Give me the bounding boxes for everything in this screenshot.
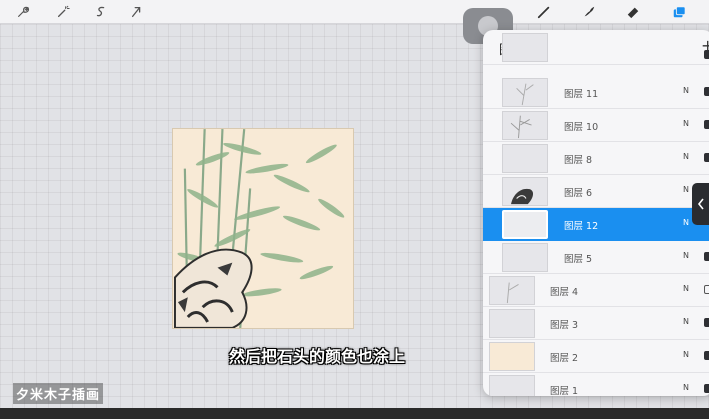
layer-row[interactable]: 图层 6 N xyxy=(483,175,709,208)
layer-thumbnail xyxy=(502,243,548,272)
procreate-workspace: 图层 + 图层 11 N 图层 10 N 图层 8 N xyxy=(0,0,709,408)
layer-row-selected[interactable]: 图层 12 N xyxy=(483,208,709,241)
visibility-checkbox[interactable] xyxy=(704,252,709,261)
side-collapse-tab[interactable] xyxy=(692,183,709,225)
transform-arrow-icon[interactable] xyxy=(128,3,146,21)
bottom-strip xyxy=(0,408,709,419)
blend-mode[interactable]: N xyxy=(683,185,689,194)
blend-mode[interactable]: N xyxy=(683,350,689,359)
layer-name: 图层 1 xyxy=(550,386,579,396)
smudge-icon[interactable] xyxy=(580,3,598,21)
layer-row[interactable]: 图层 11 N xyxy=(483,76,709,109)
layer-row[interactable]: 图层 4 N xyxy=(483,274,709,307)
layer-name: 图层 2 xyxy=(550,353,579,364)
layer-name: 图层 11 xyxy=(564,89,599,100)
layer-thumbnail xyxy=(502,33,548,62)
bamboo-rock-painting xyxy=(173,129,345,328)
layer-row[interactable]: 图层 1 N xyxy=(483,373,709,396)
layer-row[interactable]: 图层 2 N xyxy=(483,340,709,373)
layer-name: 图层 8 xyxy=(564,155,593,166)
blend-mode[interactable]: N xyxy=(683,152,689,161)
eraser-icon[interactable] xyxy=(624,3,642,21)
magic-wand-icon[interactable] xyxy=(54,3,72,21)
brush-icon[interactable] xyxy=(535,3,553,21)
layer-thumbnail xyxy=(489,375,535,396)
blend-mode[interactable]: N xyxy=(683,251,689,260)
layers-icon[interactable] xyxy=(670,3,688,21)
layer-name: 图层 3 xyxy=(550,320,579,331)
layer-thumbnail xyxy=(502,111,548,140)
watermark-logo: 夕米木子插画 xyxy=(13,383,104,404)
blend-mode[interactable]: N xyxy=(683,317,689,326)
blend-mode[interactable]: N xyxy=(683,86,689,95)
layer-name: 图层 5 xyxy=(564,254,593,265)
blend-mode[interactable]: N xyxy=(683,218,689,227)
chevron-left-icon xyxy=(697,198,704,210)
visibility-checkbox[interactable] xyxy=(704,351,709,360)
visibility-checkbox[interactable] xyxy=(704,285,709,294)
blend-mode[interactable]: N xyxy=(683,284,689,293)
video-subtitle: 然后把石头的颜色也涂上 xyxy=(229,347,406,366)
visibility-checkbox[interactable] xyxy=(704,87,709,96)
layer-name: 图层 12 xyxy=(564,221,599,232)
layer-thumbnail xyxy=(502,78,548,107)
layer-row[interactable]: 图层 10 N xyxy=(483,109,709,142)
top-toolbar xyxy=(0,0,709,24)
layer-row[interactable]: 图层 5 N xyxy=(483,241,709,274)
wrench-icon[interactable] xyxy=(14,3,32,21)
layer-name: 图层 10 xyxy=(564,122,599,133)
blend-mode[interactable]: N xyxy=(683,119,689,128)
layer-thumbnail xyxy=(489,309,535,338)
layer-thumbnail xyxy=(502,210,548,239)
layer-row[interactable]: 图层 8 N xyxy=(483,142,709,175)
visibility-checkbox[interactable] xyxy=(704,318,709,327)
layers-panel: 图层 + 图层 11 N 图层 10 N 图层 8 N xyxy=(483,30,709,396)
layer-thumbnail xyxy=(489,276,535,305)
layer-thumbnail xyxy=(502,144,548,173)
layer-row[interactable]: 图层 3 N xyxy=(483,307,709,340)
blend-mode[interactable]: N xyxy=(683,383,689,392)
visibility-checkbox[interactable] xyxy=(704,120,709,129)
visibility-checkbox[interactable] xyxy=(704,50,709,59)
layer-thumbnail xyxy=(489,342,535,371)
layer-thumbnail xyxy=(502,177,548,206)
artwork-canvas[interactable] xyxy=(172,128,354,329)
layer-name: 图层 4 xyxy=(550,287,579,298)
selection-icon[interactable] xyxy=(92,3,110,21)
layer-name: 图层 6 xyxy=(564,188,593,199)
visibility-checkbox[interactable] xyxy=(704,153,709,162)
layer-row[interactable] xyxy=(483,33,709,65)
visibility-checkbox[interactable] xyxy=(704,384,709,393)
